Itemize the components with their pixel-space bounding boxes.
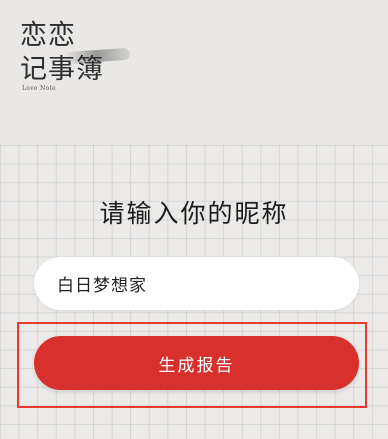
logo-subtitle: Love Note <box>22 85 56 92</box>
app-logo: 恋恋 记事簿 Love Note <box>20 20 131 100</box>
nickname-prompt-title: 请输入你的昵称 <box>99 199 289 228</box>
logo-line-1: 恋恋 <box>20 20 76 51</box>
nickname-input-value: 白日梦想家 <box>57 276 147 296</box>
nickname-input[interactable]: 白日梦想家 <box>34 257 359 310</box>
logo-line-2: 记事簿 <box>20 54 104 85</box>
generate-report-label: 生成报告 <box>158 355 235 376</box>
generate-report-button[interactable]: 生成报告 <box>34 336 359 390</box>
